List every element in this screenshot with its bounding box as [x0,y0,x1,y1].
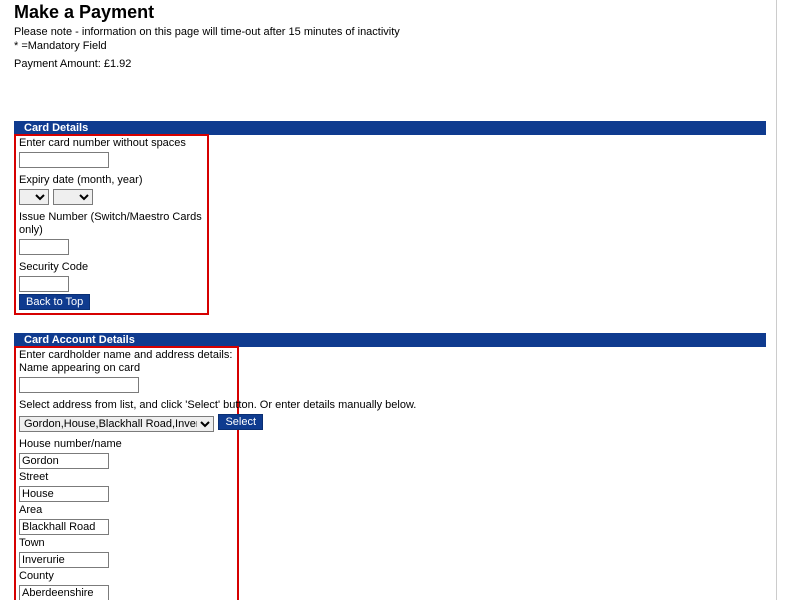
account-intro: Enter cardholder name and address detail… [19,349,234,362]
card-details-bar: Card Details [14,121,766,135]
expiry-label: Expiry date (month, year) [19,174,204,187]
timeout-note: Please note - information on this page w… [14,25,800,39]
page-title: Make a Payment [14,2,800,23]
card-number-label: Enter card number without spaces [19,137,204,150]
house-number-label: House number/name [19,438,234,451]
issue-number-input[interactable] [19,239,69,255]
issue-number-label: Issue Number (Switch/Maestro Cards only) [19,211,204,237]
back-to-top-button[interactable]: Back to Top [19,294,90,310]
right-divider [776,0,777,600]
account-details-bar: Card Account Details [14,333,766,347]
address-select-hint: Select address from list, and click 'Sel… [19,399,416,411]
street-input[interactable] [19,486,109,502]
town-input[interactable] [19,552,109,568]
card-details-highlight-box: Enter card number without spaces Expiry … [14,134,209,315]
name-on-card-label: Name appearing on card [19,362,234,375]
security-code-input[interactable] [19,276,69,292]
payment-amount: Payment Amount: £1.92 [14,57,800,71]
name-on-card-input[interactable] [19,377,139,393]
address-select[interactable]: Gordon,House,Blackhall Road,Inverurie,A [19,416,214,432]
street-label: Street [19,471,234,484]
area-label: Area [19,504,234,517]
area-input[interactable] [19,519,109,535]
select-address-button[interactable]: Select [218,414,263,430]
mandatory-note: * =Mandatory Field [14,39,800,53]
account-details-highlight-box: Enter cardholder name and address detail… [14,346,239,600]
expiry-month-select[interactable] [19,189,49,205]
house-number-input[interactable] [19,453,109,469]
county-input[interactable] [19,585,109,600]
town-label: Town [19,537,234,550]
card-number-input[interactable] [19,152,109,168]
expiry-year-select[interactable] [53,189,93,205]
security-code-label: Security Code [19,261,204,274]
county-label: County [19,570,234,583]
